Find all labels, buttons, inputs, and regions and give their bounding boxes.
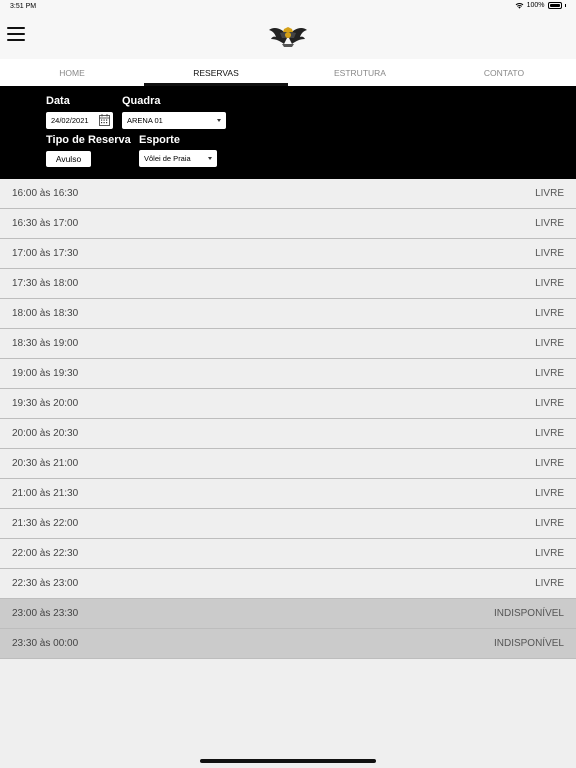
time-slot-row[interactable]: 23:00 às 23:30 INDISPONÍVEL bbox=[0, 599, 576, 629]
time-slot-row[interactable]: 21:30 às 22:00 LIVRE bbox=[0, 509, 576, 539]
slot-status: LIVRE bbox=[535, 398, 564, 409]
slot-status: INDISPONÍVEL bbox=[493, 608, 564, 619]
date-label: Data bbox=[46, 95, 70, 107]
court-select[interactable]: ARENA 01 bbox=[122, 112, 226, 129]
slot-status: LIVRE bbox=[535, 368, 564, 379]
sport-select[interactable]: Vôlei de Praia bbox=[139, 150, 217, 167]
date-field[interactable]: 24/02/2021 bbox=[46, 112, 113, 129]
slot-time: 16:00 às 16:30 bbox=[12, 188, 79, 199]
time-slot-list: 16:00 às 16:30 LIVRE 16:30 às 17:00 LIVRE 17… bbox=[0, 179, 576, 659]
chevron-down-icon bbox=[208, 157, 212, 160]
slot-status: LIVRE bbox=[535, 218, 564, 229]
tab-contato[interactable]: CONTATO bbox=[432, 59, 576, 86]
slot-status: LIVRE bbox=[535, 578, 564, 589]
tab-estrutura[interactable]: ESTRUTURA bbox=[288, 59, 432, 86]
battery-tip bbox=[564, 4, 566, 7]
slot-time: 17:30 às 18:00 bbox=[12, 278, 79, 289]
slot-status: LIVRE bbox=[535, 488, 564, 499]
slot-time: 21:00 às 21:30 bbox=[12, 488, 79, 499]
slot-status: INDISPONÍVEL bbox=[493, 638, 564, 649]
sport-label: Esporte bbox=[139, 134, 180, 146]
time-slot-row[interactable]: 18:30 às 19:00 LIVRE bbox=[0, 329, 576, 359]
battery-percent: 100% bbox=[526, 2, 545, 9]
slot-status: LIVRE bbox=[535, 458, 564, 469]
slot-status: LIVRE bbox=[535, 248, 564, 259]
slot-status: LIVRE bbox=[535, 188, 564, 199]
logo bbox=[269, 27, 307, 47]
time-slot-row[interactable]: 18:00 às 18:30 LIVRE bbox=[0, 299, 576, 329]
tab-home[interactable]: HOME bbox=[0, 59, 144, 86]
time-slot-row[interactable]: 20:00 às 20:30 LIVRE bbox=[0, 419, 576, 449]
slot-time: 21:30 às 22:00 bbox=[12, 518, 79, 529]
slot-status: LIVRE bbox=[535, 428, 564, 439]
time-slot-row[interactable]: 20:30 às 21:00 LIVRE bbox=[0, 449, 576, 479]
time-slot-row[interactable]: 19:30 às 20:00 LIVRE bbox=[0, 389, 576, 419]
time-slot-row[interactable]: 17:00 às 17:30 LIVRE bbox=[0, 239, 576, 269]
slot-time: 18:00 às 18:30 bbox=[12, 308, 79, 319]
slot-time: 17:00 às 17:30 bbox=[12, 248, 79, 259]
status-time: 3:51 PM bbox=[10, 3, 37, 10]
home-indicator bbox=[200, 759, 376, 763]
slot-status: LIVRE bbox=[535, 548, 564, 559]
time-slot-row[interactable]: 17:30 às 18:00 LIVRE bbox=[0, 269, 576, 299]
time-slot-row[interactable]: 22:00 às 22:30 LIVRE bbox=[0, 539, 576, 569]
status-indicators: 100% bbox=[515, 2, 566, 9]
slot-time: 23:00 às 23:30 bbox=[12, 608, 79, 619]
chevron-down-icon bbox=[217, 119, 221, 122]
reservation-type-button[interactable]: Avulso bbox=[46, 151, 91, 167]
tab-bar: HOME RESERVAS ESTRUTURA CONTATO bbox=[0, 59, 576, 86]
time-slot-row[interactable]: 16:00 às 16:30 LIVRE bbox=[0, 179, 576, 209]
calendar-icon[interactable] bbox=[99, 114, 110, 126]
hamburger-menu-icon[interactable] bbox=[7, 27, 25, 43]
time-slot-row[interactable]: 22:30 às 23:00 LIVRE bbox=[0, 569, 576, 599]
status-bar: 3:51 PM 100% bbox=[0, 0, 576, 14]
reservation-type-label: Tipo de Reserva bbox=[46, 134, 131, 146]
slot-time: 19:00 às 19:30 bbox=[12, 368, 79, 379]
slot-status: LIVRE bbox=[535, 278, 564, 289]
battery-icon bbox=[547, 2, 562, 9]
slot-time: 20:00 às 20:30 bbox=[12, 428, 79, 439]
time-slot-row[interactable]: 21:00 às 21:30 LIVRE bbox=[0, 479, 576, 509]
slot-status: LIVRE bbox=[535, 338, 564, 349]
slot-time: 20:30 às 21:00 bbox=[12, 458, 79, 469]
court-value: ARENA 01 bbox=[127, 116, 163, 125]
filters-panel: Data 24/02/2021 Quadra ARENA 01 Tipo de … bbox=[0, 86, 576, 179]
date-value: 24/02/2021 bbox=[51, 116, 89, 125]
app-header bbox=[0, 14, 576, 59]
slot-time: 19:30 às 20:00 bbox=[12, 398, 79, 409]
tab-reservas[interactable]: RESERVAS bbox=[144, 59, 288, 86]
time-slot-row[interactable]: 16:30 às 17:00 LIVRE bbox=[0, 209, 576, 239]
court-label: Quadra bbox=[122, 95, 161, 107]
wifi-icon bbox=[515, 3, 523, 9]
slot-status: LIVRE bbox=[535, 518, 564, 529]
slot-time: 22:00 às 22:30 bbox=[12, 548, 79, 559]
sport-value: Vôlei de Praia bbox=[144, 154, 191, 163]
slot-time: 22:30 às 23:00 bbox=[12, 578, 79, 589]
slot-time: 16:30 às 17:00 bbox=[12, 218, 79, 229]
slot-time: 18:30 às 19:00 bbox=[12, 338, 79, 349]
time-slot-row[interactable]: 23:30 às 00:00 INDISPONÍVEL bbox=[0, 629, 576, 659]
slot-status: LIVRE bbox=[535, 308, 564, 319]
slot-time: 23:30 às 00:00 bbox=[12, 638, 79, 649]
time-slot-row[interactable]: 19:00 às 19:30 LIVRE bbox=[0, 359, 576, 389]
